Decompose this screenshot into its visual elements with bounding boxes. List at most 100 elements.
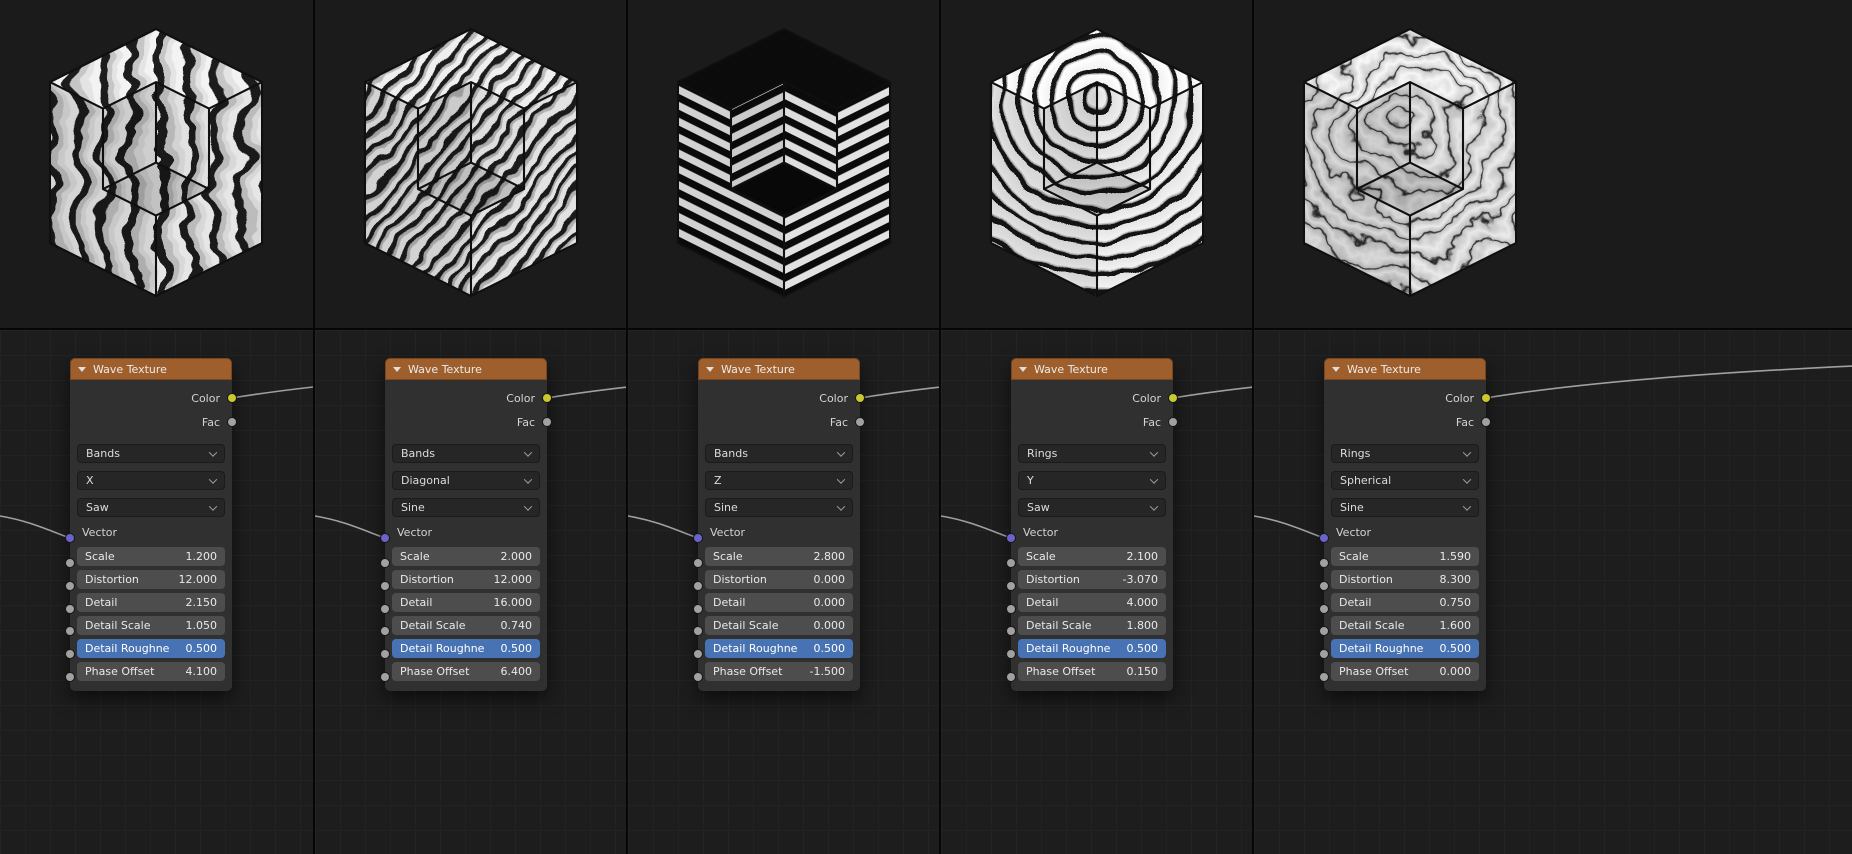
detail-roughness-input-socket[interactable] (693, 649, 703, 659)
detail-scale-field[interactable]: Detail Scale 0.740 (392, 616, 540, 635)
detail-roughness-field[interactable]: Detail Roughne 0.500 (1018, 639, 1166, 658)
detail-scale-field[interactable]: Detail Scale 1.800 (1018, 616, 1166, 635)
wave-texture-node[interactable]: Wave Texture Color Fac Rings Y (1011, 358, 1173, 691)
phase-offset-input-socket[interactable] (65, 672, 75, 682)
wave-type-dropdown[interactable]: Bands (392, 444, 540, 463)
distortion-field[interactable]: Distortion 12.000 (392, 570, 540, 589)
wave-profile-dropdown[interactable]: Saw (1018, 498, 1166, 517)
detail-input-socket[interactable] (1319, 604, 1329, 614)
detail-scale-input-socket[interactable] (1006, 626, 1016, 636)
wave-type-dropdown[interactable]: Bands (705, 444, 853, 463)
scale-field[interactable]: Scale 1.590 (1331, 547, 1479, 566)
collapse-arrow-icon[interactable] (706, 367, 714, 372)
detail-scale-input-socket[interactable] (65, 626, 75, 636)
distortion-input-socket[interactable] (380, 581, 390, 591)
scale-input-socket[interactable] (1006, 558, 1016, 568)
detail-roughness-field[interactable]: Detail Roughne 0.500 (77, 639, 225, 658)
detail-input-socket[interactable] (65, 604, 75, 614)
phase-offset-input-socket[interactable] (1006, 672, 1016, 682)
scale-input-socket[interactable] (693, 558, 703, 568)
render-preview-viewport[interactable] (1254, 0, 1852, 330)
phase-offset-input-socket[interactable] (693, 672, 703, 682)
detail-scale-input-socket[interactable] (693, 626, 703, 636)
wave-profile-dropdown[interactable]: Sine (1331, 498, 1479, 517)
scale-field[interactable]: Scale 2.000 (392, 547, 540, 566)
fac-output-socket[interactable] (542, 417, 552, 427)
phase-offset-input-socket[interactable] (380, 672, 390, 682)
detail-scale-input-socket[interactable] (1319, 626, 1329, 636)
fac-output-socket[interactable] (227, 417, 237, 427)
node-header[interactable]: Wave Texture (698, 358, 860, 380)
color-output-socket[interactable] (227, 393, 237, 403)
wave-texture-node[interactable]: Wave Texture Color Fac Rings Spherical (1324, 358, 1486, 691)
collapse-arrow-icon[interactable] (78, 367, 86, 372)
fac-output-socket[interactable] (1168, 417, 1178, 427)
phase-offset-field[interactable]: Phase Offset 4.100 (77, 662, 225, 681)
wave-profile-dropdown[interactable]: Sine (392, 498, 540, 517)
node-editor-canvas[interactable]: Wave Texture Color Fac Bands Diagonal (315, 330, 626, 854)
node-editor-canvas[interactable]: Wave Texture Color Fac Bands X (0, 330, 313, 854)
detail-roughness-input-socket[interactable] (1319, 649, 1329, 659)
bands-direction-dropdown[interactable]: Y (1018, 471, 1166, 490)
detail-roughness-field[interactable]: Detail Roughne 0.500 (1331, 639, 1479, 658)
detail-roughness-input-socket[interactable] (380, 649, 390, 659)
render-preview-viewport[interactable] (315, 0, 626, 330)
node-header[interactable]: Wave Texture (385, 358, 547, 380)
node-header[interactable]: Wave Texture (1011, 358, 1173, 380)
phase-offset-field[interactable]: Phase Offset 6.400 (392, 662, 540, 681)
wave-profile-dropdown[interactable]: Sine (705, 498, 853, 517)
bands-direction-dropdown[interactable]: X (77, 471, 225, 490)
detail-input-socket[interactable] (1006, 604, 1016, 614)
scale-field[interactable]: Scale 2.100 (1018, 547, 1166, 566)
collapse-arrow-icon[interactable] (1019, 367, 1027, 372)
distortion-field[interactable]: Distortion -3.070 (1018, 570, 1166, 589)
vector-input-socket[interactable] (65, 533, 75, 543)
distortion-input-socket[interactable] (693, 581, 703, 591)
collapse-arrow-icon[interactable] (393, 367, 401, 372)
distortion-input-socket[interactable] (1006, 581, 1016, 591)
wave-texture-node[interactable]: Wave Texture Color Fac Bands X (70, 358, 232, 691)
render-preview-viewport[interactable] (941, 0, 1252, 330)
phase-offset-field[interactable]: Phase Offset -1.500 (705, 662, 853, 681)
vector-input-socket[interactable] (1006, 533, 1016, 543)
scale-input-socket[interactable] (65, 558, 75, 568)
fac-output-socket[interactable] (855, 417, 865, 427)
bands-direction-dropdown[interactable]: Z (705, 471, 853, 490)
render-preview-viewport[interactable] (0, 0, 313, 330)
detail-roughness-input-socket[interactable] (65, 649, 75, 659)
detail-field[interactable]: Detail 0.000 (705, 593, 853, 612)
detail-roughness-field[interactable]: Detail Roughne 0.500 (705, 639, 853, 658)
bands-direction-dropdown[interactable]: Spherical (1331, 471, 1479, 490)
phase-offset-input-socket[interactable] (1319, 672, 1329, 682)
color-output-socket[interactable] (855, 393, 865, 403)
render-preview-viewport[interactable] (628, 0, 939, 330)
detail-field[interactable]: Detail 2.150 (77, 593, 225, 612)
scale-field[interactable]: Scale 2.800 (705, 547, 853, 566)
detail-input-socket[interactable] (380, 604, 390, 614)
detail-scale-input-socket[interactable] (380, 626, 390, 636)
node-header[interactable]: Wave Texture (70, 358, 232, 380)
vector-input-socket[interactable] (380, 533, 390, 543)
distortion-field[interactable]: Distortion 0.000 (705, 570, 853, 589)
detail-input-socket[interactable] (693, 604, 703, 614)
wave-profile-dropdown[interactable]: Saw (77, 498, 225, 517)
detail-scale-field[interactable]: Detail Scale 1.600 (1331, 616, 1479, 635)
wave-type-dropdown[interactable]: Rings (1018, 444, 1166, 463)
detail-roughness-field[interactable]: Detail Roughne 0.500 (392, 639, 540, 658)
node-header[interactable]: Wave Texture (1324, 358, 1486, 380)
vector-input-socket[interactable] (693, 533, 703, 543)
scale-input-socket[interactable] (1319, 558, 1329, 568)
detail-field[interactable]: Detail 4.000 (1018, 593, 1166, 612)
distortion-input-socket[interactable] (65, 581, 75, 591)
node-editor-canvas[interactable]: Wave Texture Color Fac Bands Z (628, 330, 939, 854)
detail-roughness-input-socket[interactable] (1006, 649, 1016, 659)
color-output-socket[interactable] (1168, 393, 1178, 403)
collapse-arrow-icon[interactable] (1332, 367, 1340, 372)
scale-input-socket[interactable] (380, 558, 390, 568)
color-output-socket[interactable] (1481, 393, 1491, 403)
distortion-field[interactable]: Distortion 12.000 (77, 570, 225, 589)
node-editor-canvas[interactable]: Wave Texture Color Fac Rings Y (941, 330, 1252, 854)
detail-scale-field[interactable]: Detail Scale 0.000 (705, 616, 853, 635)
detail-field[interactable]: Detail 0.750 (1331, 593, 1479, 612)
wave-texture-node[interactable]: Wave Texture Color Fac Bands Z (698, 358, 860, 691)
